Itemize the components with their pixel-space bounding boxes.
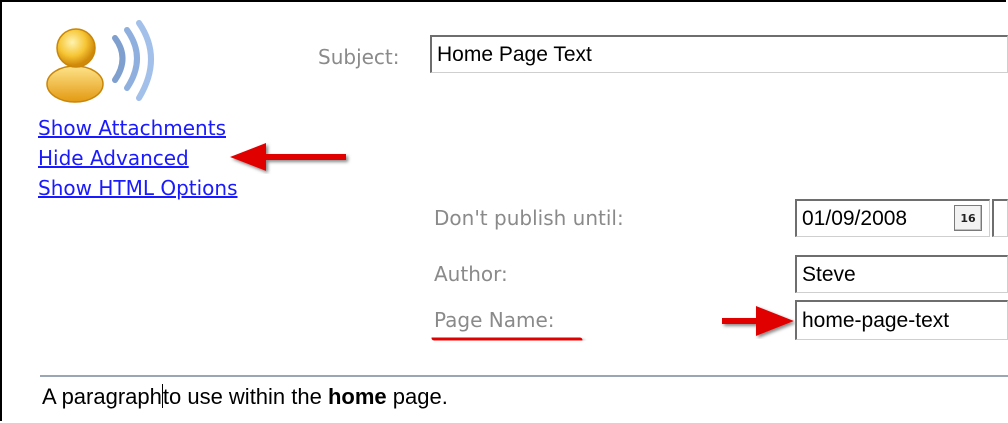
page-name-field[interactable]: home-page-text — [795, 300, 1008, 340]
advanced-links: Show Attachments Hide Advanced Show HTML… — [38, 113, 238, 203]
editor-text-tail: page. — [386, 384, 448, 409]
publish-date-value: 01/09/2008 — [802, 206, 908, 230]
editor-text-after-caret: to use within the — [162, 384, 328, 409]
show-html-options-link[interactable]: Show HTML Options — [38, 173, 238, 203]
calendar-icon[interactable]: 16 — [954, 205, 982, 231]
annotation-arrow-icon — [722, 306, 794, 336]
annotation-arrow-icon — [230, 143, 346, 171]
editor-divider — [40, 375, 1008, 377]
author-field[interactable]: Steve — [795, 255, 1008, 293]
show-attachments-link[interactable]: Show Attachments — [38, 113, 238, 143]
page-name-label: Page Name: — [434, 308, 555, 332]
publish-date-label: Don't publish until: — [434, 206, 624, 230]
subject-field[interactable]: Home Page Text — [430, 35, 1008, 73]
publish-time-field[interactable] — [992, 199, 1008, 237]
annotation-underline — [431, 335, 583, 343]
contact-avatar-icon — [46, 20, 154, 103]
editor-text-before-caret: A paragraph — [42, 384, 162, 409]
hide-advanced-link[interactable]: Hide Advanced — [38, 143, 238, 173]
author-label: Author: — [434, 262, 508, 286]
editor-bold-word: home — [327, 384, 387, 409]
editor-content[interactable]: A paragraphto use within the home page. — [42, 384, 448, 410]
subject-label: Subject: — [318, 45, 400, 69]
